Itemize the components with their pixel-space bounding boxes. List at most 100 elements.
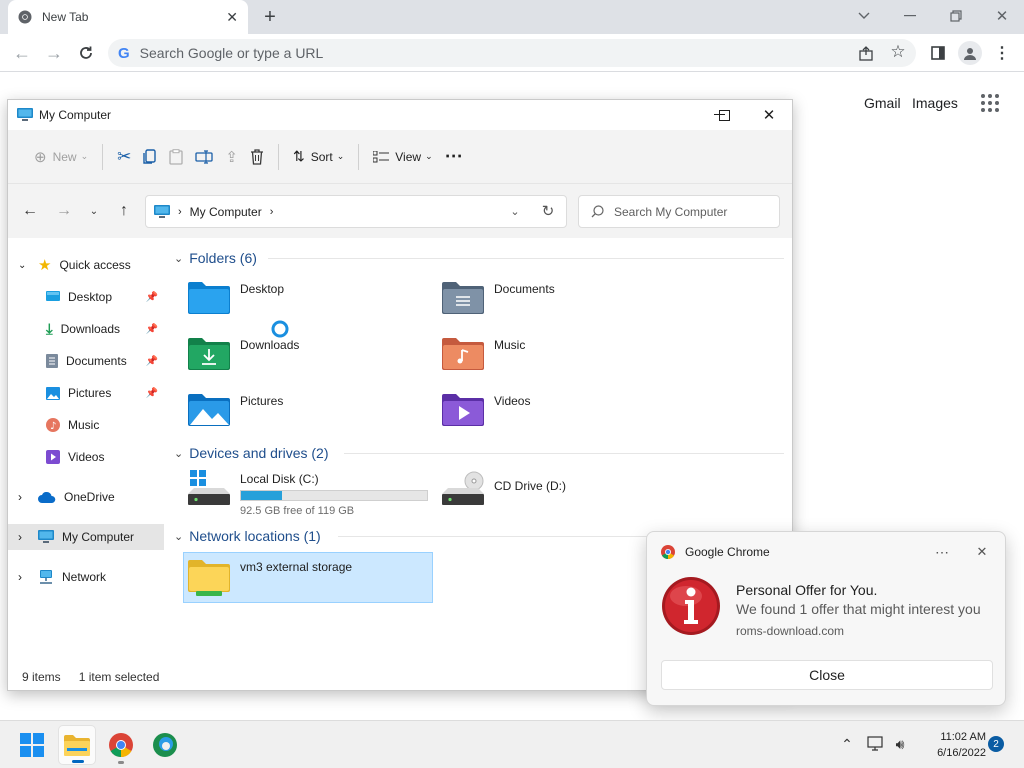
drive-c[interactable]: Local Disk (C:) 92.5 GB free of 119 GB [188, 470, 428, 517]
folder-icon [64, 734, 90, 756]
reload-icon[interactable] [74, 41, 98, 65]
close-browser-button[interactable]: ✕ [990, 6, 1014, 26]
view-button[interactable]: View ⌄ [367, 142, 438, 172]
nav-onedrive[interactable]: › OneDrive [8, 484, 164, 510]
bookmark-star-icon[interactable]: ☆ [888, 42, 908, 62]
nav-pictures[interactable]: Pictures 📌 [8, 380, 164, 406]
nav-videos[interactable]: Videos [8, 444, 164, 470]
new-label: New [52, 149, 77, 164]
chevron-down-icon: ⌄ [174, 252, 184, 265]
recent-locations-button[interactable]: ⌄ [86, 201, 102, 221]
taskbar-file-explorer[interactable] [58, 725, 96, 765]
tab-search-icon[interactable] [852, 6, 876, 26]
search-box[interactable]: Search My Computer [578, 195, 780, 228]
profile-avatar-icon[interactable] [958, 41, 982, 65]
folder-pictures[interactable]: Pictures [188, 392, 283, 426]
rename-button[interactable] [189, 142, 219, 172]
maximize-button[interactable] [711, 105, 737, 125]
divider [358, 143, 360, 170]
new-button[interactable]: ⊕ New ⌄ [28, 142, 94, 172]
notification-title: Personal Offer for You. [736, 582, 878, 598]
notification-count-badge[interactable]: 2 [988, 736, 1004, 752]
chrome-logo-icon [18, 10, 32, 24]
nav-label: OneDrive [64, 490, 115, 504]
downloads-folder-icon [188, 336, 230, 370]
paste-button[interactable] [163, 142, 189, 172]
chrome-notification[interactable]: Google Chrome ⋯ ✕ Personal Offer for You… [646, 531, 1006, 706]
address-bar[interactable]: › My Computer › [145, 195, 567, 228]
menu-dots-icon[interactable]: ⋮ [994, 42, 1010, 64]
breadcrumb-chevron-icon: › [178, 205, 182, 218]
nav-downloads[interactable]: ⤓ Downloads 📌 [8, 316, 164, 342]
folder-downloads[interactable]: Downloads [188, 336, 299, 370]
desktop-icon [46, 291, 60, 303]
nav-music[interactable]: ♪ Music [8, 412, 164, 438]
nav-desktop[interactable]: Desktop 📌 [8, 284, 164, 310]
restore-browser-button[interactable] [944, 6, 968, 26]
active-indicator [72, 760, 84, 763]
plus-circle-icon: ⊕ [34, 148, 47, 166]
item-label: vm3 external storage [240, 560, 353, 574]
folder-videos[interactable]: Videos [442, 392, 530, 426]
taskbar-edge[interactable] [146, 725, 184, 765]
folder-desktop[interactable]: Desktop [188, 280, 284, 314]
chevron-down-icon: ⌄ [174, 530, 184, 543]
side-panel-icon[interactable] [928, 43, 948, 63]
folder-documents[interactable]: Documents [442, 280, 555, 314]
notification-more-icon[interactable]: ⋯ [931, 542, 953, 562]
nav-my-computer[interactable]: › My Computer [8, 524, 164, 550]
network-section-header[interactable]: ⌄ Network locations (1) [174, 528, 321, 544]
view-list-icon [373, 150, 390, 163]
more-options-button[interactable]: ⋯ [439, 142, 470, 172]
up-button[interactable]: ↑ [114, 201, 134, 221]
back-button[interactable]: ← [20, 201, 40, 221]
apps-grid-icon[interactable] [980, 93, 1000, 113]
folders-section-header[interactable]: ⌄ Folders (6) [174, 250, 257, 266]
show-hidden-icons-chevron[interactable]: ⌃ [838, 735, 856, 753]
forward-arrow-icon[interactable]: → [42, 41, 66, 65]
volume-icon[interactable]: 🔊︎ [890, 735, 910, 753]
drives-section-header[interactable]: ⌄ Devices and drives (2) [174, 445, 329, 461]
taskbar-chrome[interactable] [102, 725, 140, 765]
notification-header: Google Chrome [661, 545, 770, 559]
share-icon[interactable] [856, 43, 876, 63]
drive-d[interactable]: CD Drive (D:) [442, 470, 566, 506]
gmail-link[interactable]: Gmail [864, 95, 901, 111]
notification-dismiss-icon[interactable]: ✕ [971, 542, 993, 562]
network-status-icon[interactable] [866, 735, 886, 753]
nav-quick-access[interactable]: ⌄ ★ Quick access [8, 252, 164, 278]
breadcrumb-my-computer[interactable]: My Computer [190, 205, 262, 219]
notification-close-button[interactable]: Close [661, 660, 993, 690]
item-count: 9 items [22, 670, 61, 684]
selection-count: 1 item selected [78, 670, 160, 684]
computer-icon [154, 204, 170, 219]
sort-button[interactable]: ⇅ Sort ⌄ [287, 142, 350, 172]
close-window-button[interactable]: ✕ [756, 105, 782, 125]
back-arrow-icon[interactable]: ← [10, 41, 34, 65]
delete-button[interactable] [244, 142, 270, 172]
star-icon: ★ [38, 257, 52, 274]
share-button[interactable]: ⇪ [219, 142, 244, 172]
cut-button[interactable]: ✂ [111, 142, 137, 172]
pin-icon: 📌 [145, 291, 158, 303]
browser-tab[interactable]: New Tab ✕ [8, 0, 248, 34]
copy-button[interactable] [137, 142, 163, 172]
command-bar: ⊕ New ⌄ ✂ ⇪ ⇅ Sort ⌄ View ⌄ ⋯ [8, 130, 792, 184]
refresh-icon[interactable]: ↻ [538, 201, 558, 221]
nav-documents[interactable]: Documents 📌 [8, 348, 164, 374]
minimize-browser-button[interactable] [898, 6, 922, 26]
nav-network[interactable]: › Network [8, 564, 164, 590]
images-link[interactable]: Images [912, 95, 958, 111]
close-tab-icon[interactable]: ✕ [226, 9, 238, 26]
folder-music[interactable]: Music [442, 336, 525, 370]
picture-icon [46, 386, 60, 400]
omnibox[interactable]: G Search Google or type a URL [108, 39, 916, 67]
forward-button[interactable]: → [54, 201, 74, 221]
start-button[interactable] [13, 725, 51, 765]
clock[interactable]: 11:02 AM 6/16/2022 [920, 729, 986, 761]
item-label: Documents [494, 282, 555, 296]
address-dropdown-icon[interactable]: ⌄ [506, 201, 524, 221]
network-item-selected[interactable]: vm3 external storage [183, 552, 433, 603]
computer-icon [17, 108, 33, 122]
new-tab-button[interactable]: + [258, 6, 282, 28]
